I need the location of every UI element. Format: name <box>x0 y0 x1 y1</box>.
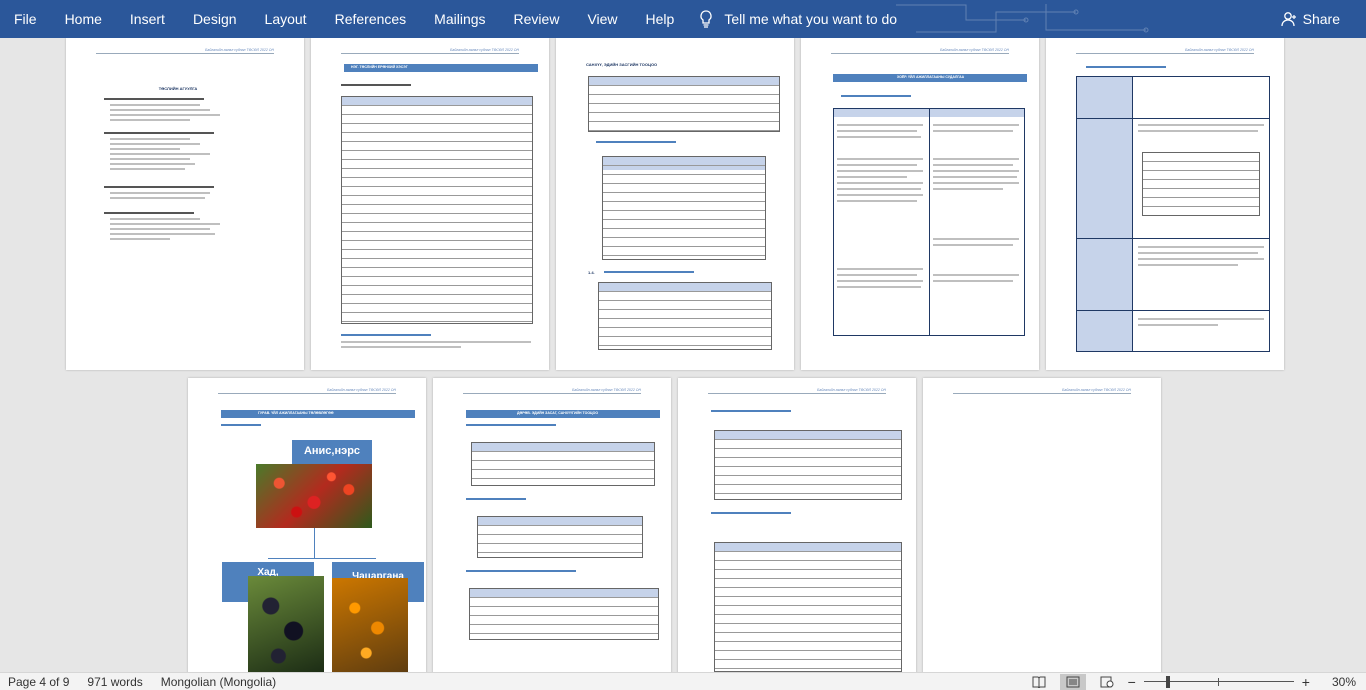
tab-view[interactable]: View <box>573 0 631 38</box>
page-5[interactable]: Байгалийн аялал судлал ТӨСӨЛ 2022 ОН <box>1046 38 1284 370</box>
page-4[interactable]: Байгалийн аялал судлал ТӨСӨЛ 2022 ОН ХОЁ… <box>801 38 1039 370</box>
zoom-level[interactable]: 30% <box>1318 675 1356 689</box>
page-header: Байгалийн аялал судлал ТӨСӨЛ 2022 ОН <box>96 48 274 54</box>
web-layout-icon <box>1100 676 1114 688</box>
page-6[interactable]: Байгалийн аялал судлал ТӨСӨЛ 2022 ОН ГУР… <box>188 378 426 672</box>
zoom-slider[interactable] <box>1143 674 1294 690</box>
page-count[interactable]: Page 4 of 9 <box>0 675 77 689</box>
page-8[interactable]: Байгалийн аялал судлал ТӨСӨЛ 2022 ОН <box>678 378 916 672</box>
zoom-slider-thumb[interactable] <box>1165 676 1170 688</box>
view-controls: − + 30% <box>1026 673 1356 690</box>
tab-references[interactable]: References <box>321 0 421 38</box>
org-root-node: Анис,нэрс <box>292 440 372 466</box>
page-title: ТӨСЛИЙН АГУУЛГА <box>158 86 198 91</box>
section-title: 1.4. <box>588 270 595 275</box>
person-icon <box>1280 12 1296 27</box>
circuit-decoration <box>896 4 1149 33</box>
page-title: ДӨРӨВ. ЭДИЙН ЗАСАГ, САНХҮҮГИЙН ТООЦОО <box>517 411 599 415</box>
page-header: Байгалийн аялал судлал ТӨСӨЛ 2022 ОН <box>708 388 886 394</box>
status-bar: Page 4 of 9 971 words Mongolian (Mongoli… <box>0 672 1366 690</box>
page-title: САНХҮҮ, ЭДИЙН ЗАСГИЙН ТООЦОО <box>586 62 658 67</box>
page-title: ГУРАВ. ҮЙЛ АЖИЛЛАГААНЫ ТӨЛӨВЛӨГӨӨ <box>258 411 334 415</box>
share-label: Share <box>1302 11 1340 27</box>
book-icon <box>1032 676 1046 688</box>
page-3[interactable]: САНХҮҮ, ЭДИЙН ЗАСГИЙН ТООЦОО 1.4. <box>556 38 794 370</box>
page-1[interactable]: Байгалийн аялал судлал ТӨСӨЛ 2022 ОН ТӨС… <box>66 38 304 370</box>
document-canvas[interactable]: Байгалийн аялал судлал ТӨСӨЛ 2022 ОН ТӨС… <box>0 38 1366 672</box>
tell-me-box[interactable]: Tell me what you want to do <box>698 10 897 28</box>
page-header: Байгалийн аялал судлал ТӨСӨЛ 2022 ОН <box>341 48 519 54</box>
page-header: Байгалийн аялал судлал ТӨСӨЛ 2022 ОН <box>463 388 641 394</box>
page-header: Байгалийн аялал судлал ТӨСӨЛ 2022 ОН <box>218 388 396 394</box>
page-header: Байгалийн аялал судлал ТӨСӨЛ 2022 ОН <box>1076 48 1254 54</box>
language-indicator[interactable]: Mongolian (Mongolia) <box>151 675 284 689</box>
print-layout-button[interactable] <box>1059 674 1086 690</box>
web-layout-button[interactable] <box>1094 674 1120 690</box>
blackcurrant-photo <box>248 576 324 672</box>
ribbon: File Home Insert Design Layout Reference… <box>0 0 1366 38</box>
page-layout-icon <box>1066 676 1080 688</box>
share-button[interactable]: Share <box>1280 0 1340 38</box>
tab-home[interactable]: Home <box>51 0 116 38</box>
hawthorn-photo <box>256 464 372 528</box>
tab-file[interactable]: File <box>0 0 51 38</box>
zoom-out-button[interactable]: − <box>1128 674 1136 690</box>
lightbulb-icon <box>700 10 712 28</box>
page-2[interactable]: Байгалийн аялал судлал ТӨСӨЛ 2022 ОН НЭГ… <box>311 38 549 370</box>
sea-buckthorn-photo <box>332 578 408 672</box>
tab-insert[interactable]: Insert <box>116 0 179 38</box>
tab-review[interactable]: Review <box>500 0 574 38</box>
page-title: НЭГ. ТӨСЛИЙН ЕРӨНХИЙ ХЭСЭГ <box>351 65 408 69</box>
tab-layout[interactable]: Layout <box>251 0 321 38</box>
tab-help[interactable]: Help <box>632 0 689 38</box>
zoom-in-button[interactable]: + <box>1302 674 1310 690</box>
page-7[interactable]: Байгалийн аялал судлал ТӨСӨЛ 2022 ОН ДӨР… <box>433 378 671 672</box>
tell-me-label: Tell me what you want to do <box>724 11 898 27</box>
read-mode-button[interactable] <box>1026 674 1052 690</box>
tab-mailings[interactable]: Mailings <box>420 0 499 38</box>
tab-design[interactable]: Design <box>179 0 251 38</box>
page-9[interactable]: Байгалийн аялал судлал ТӨСӨЛ 2022 ОН <box>923 378 1161 672</box>
page-header: Байгалийн аялал судлал ТӨСӨЛ 2022 ОН <box>953 388 1131 394</box>
page-header: Байгалийн аялал судлал ТӨСӨЛ 2022 ОН <box>831 48 1009 54</box>
word-count[interactable]: 971 words <box>77 675 150 689</box>
page-title: ХОЁР. ҮЙЛ АЖИЛЛАГААНЫ СУДАЛГАА <box>897 75 965 79</box>
